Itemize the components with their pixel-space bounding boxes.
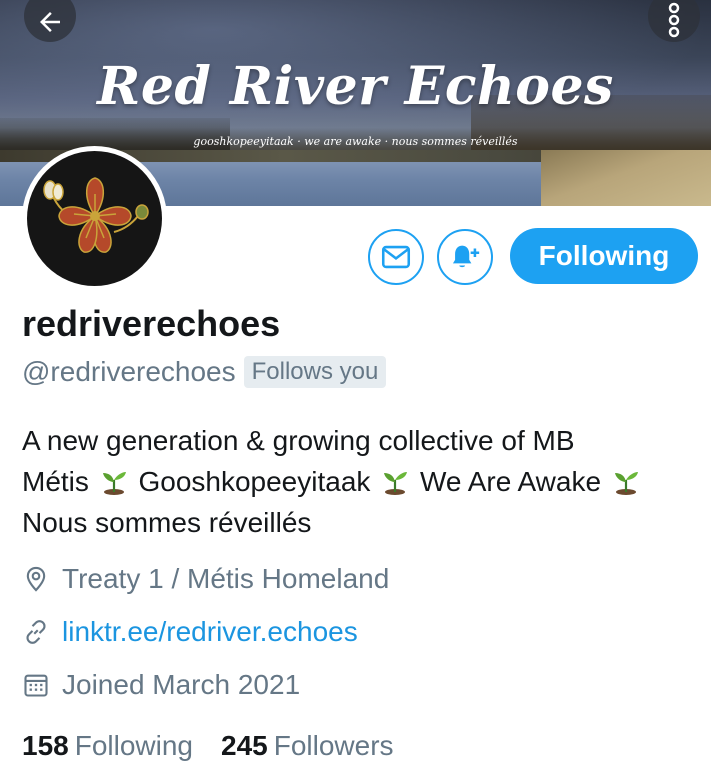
more-vertical-icon xyxy=(668,2,680,38)
following-label: Following xyxy=(74,730,193,761)
followers-count: 245 xyxy=(221,730,268,761)
website-row[interactable]: linktr.ee/redriver.echoes xyxy=(22,616,358,648)
following-stat[interactable]: 158 Following xyxy=(22,730,193,762)
banner-title: Red River Echoes xyxy=(97,56,614,117)
bio-line: Métis Gooshkopeeyitaak We Are Awake xyxy=(22,461,702,502)
avatar[interactable] xyxy=(22,146,167,291)
following-button[interactable]: Following xyxy=(510,228,698,284)
location-text: Treaty 1 / Métis Homeland xyxy=(62,563,390,594)
notifications-button[interactable] xyxy=(437,229,493,285)
website-link[interactable]: linktr.ee/redriver.echoes xyxy=(62,616,358,648)
location-row: Treaty 1 / Métis Homeland xyxy=(22,563,389,595)
location-pin-icon xyxy=(26,566,46,592)
bio-text: Métis xyxy=(22,466,89,497)
bio-line: A new generation & growing collective of… xyxy=(22,425,575,456)
followers-label: Followers xyxy=(273,730,394,761)
bio-text: We Are Awake xyxy=(419,466,602,497)
calendar-icon xyxy=(24,674,48,697)
handle-row: @redriverechoes Follows you xyxy=(22,356,387,388)
arrow-left-icon xyxy=(40,12,60,32)
flower-logo-icon xyxy=(42,176,149,253)
message-button[interactable] xyxy=(368,229,424,285)
following-count: 158 xyxy=(22,730,69,761)
joined-row: Joined March 2021 xyxy=(22,669,300,701)
envelope-icon xyxy=(381,245,411,269)
seedling-icon xyxy=(614,472,638,495)
bio-text: Gooshkopeeyitaak xyxy=(138,466,371,497)
link-icon xyxy=(26,620,46,644)
display-name: redriverechoes xyxy=(22,303,281,344)
follow-stats: 158 Following 245 Followers xyxy=(22,730,422,762)
bell-plus-icon xyxy=(452,245,480,268)
seedling-icon xyxy=(384,472,408,495)
follows-you-badge: Follows you xyxy=(243,356,387,388)
seedling-icon xyxy=(102,472,126,495)
handle: @redriverechoes xyxy=(22,356,236,387)
bio: A new generation & growing collective of… xyxy=(22,420,702,543)
bio-line: Nous sommes réveillés xyxy=(22,507,312,538)
joined-text: Joined March 2021 xyxy=(62,669,301,700)
followers-stat[interactable]: 245 Followers xyxy=(221,730,394,762)
